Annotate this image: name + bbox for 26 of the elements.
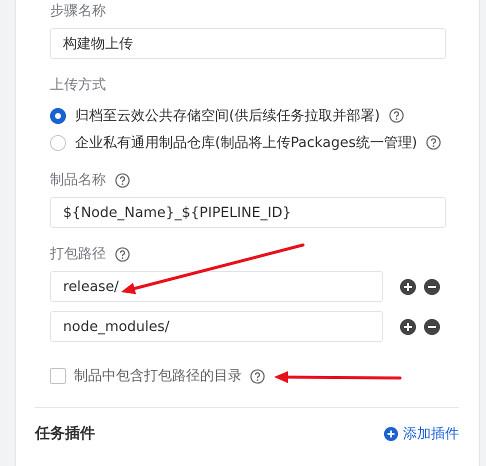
- checkbox-label[interactable]: 制品中包含打包路径的目录: [74, 367, 242, 385]
- help-icon[interactable]: [250, 368, 265, 384]
- input-field[interactable]: node_modules/: [50, 311, 383, 342]
- field-label: 打包路径: [50, 245, 106, 263]
- remove-icon[interactable]: [424, 318, 440, 334]
- input-field[interactable]: 构建物上传: [50, 28, 446, 59]
- radio-button[interactable]: [50, 134, 66, 150]
- add-icon[interactable]: [400, 318, 416, 334]
- radio-label[interactable]: 企业私有通用制品仓库(制品将上传Packages统一管理): [75, 134, 418, 152]
- add-icon[interactable]: [384, 426, 398, 440]
- radio-label[interactable]: 归档至云效公共存储空间(供后续任务拉取并部署): [75, 106, 380, 124]
- add-icon[interactable]: [400, 278, 416, 294]
- field-label: 步骤名称: [50, 2, 106, 20]
- input-field[interactable]: release/: [50, 271, 383, 302]
- add-plugin-button[interactable]: 添加插件: [384, 424, 459, 442]
- field-label: 制品名称: [50, 171, 106, 189]
- section-title: 任务插件: [35, 424, 95, 443]
- help-icon[interactable]: [115, 246, 130, 262]
- checkbox[interactable]: [50, 368, 66, 384]
- help-icon[interactable]: [426, 135, 442, 150]
- remove-icon[interactable]: [424, 278, 440, 294]
- field-label: 上传方式: [50, 76, 106, 94]
- input-field[interactable]: ${Node_Name}_${PIPELINE_ID}: [50, 197, 446, 228]
- help-icon[interactable]: [115, 172, 130, 188]
- help-icon[interactable]: [388, 108, 404, 123]
- radio-button[interactable]: [50, 108, 66, 124]
